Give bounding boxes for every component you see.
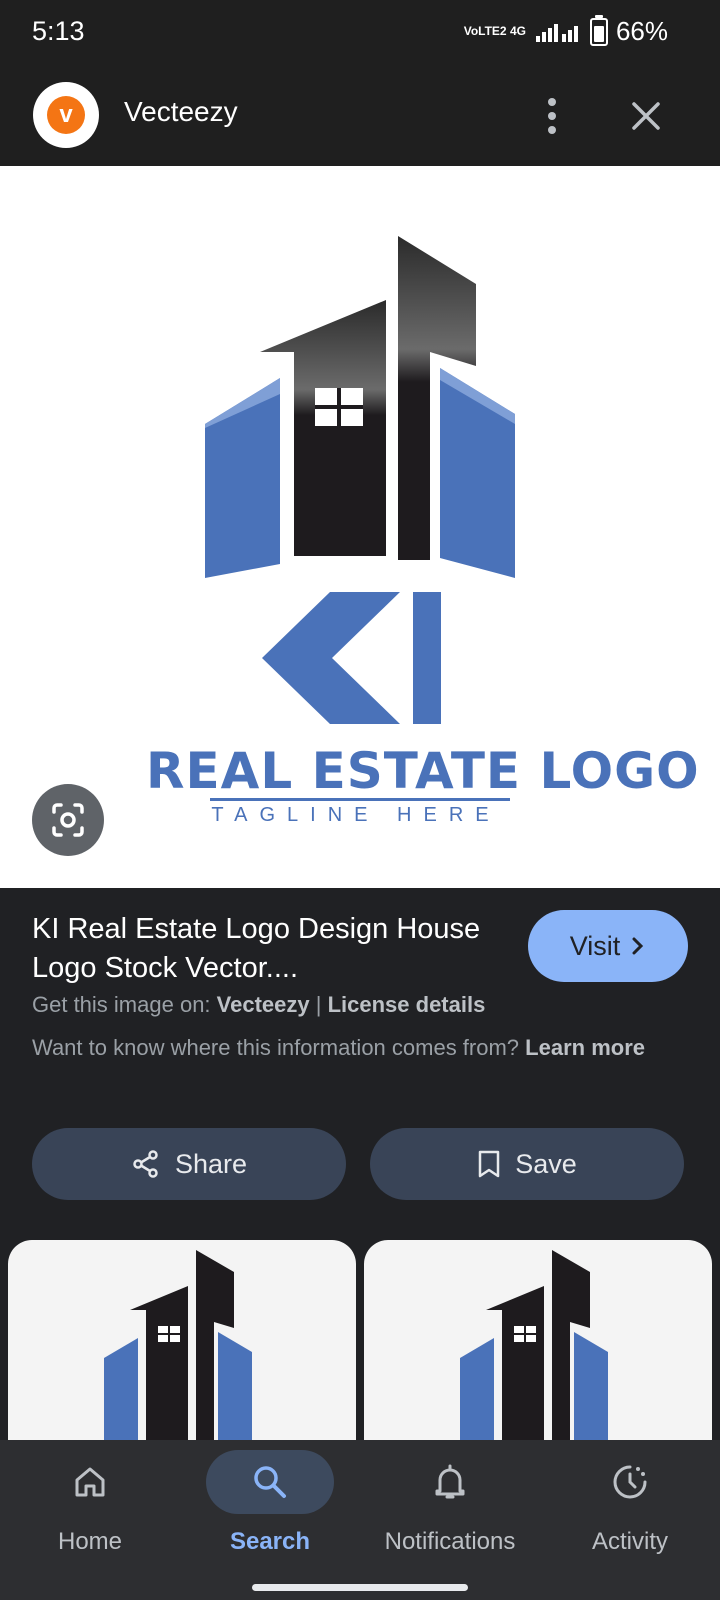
disclaimer-text: Want to know where this information come… [32, 1035, 520, 1060]
site-name: Vecteezy [124, 96, 238, 127]
share-icon [133, 1150, 158, 1178]
vecteezy-logo-icon: v [47, 96, 85, 134]
source-separator: | [309, 992, 328, 1017]
nav-label: Notifications [384, 1528, 516, 1555]
result-image[interactable]: REAL ESTATE LOGO TAGLINE HERE [0, 166, 720, 888]
source-prefix: Get this image on: [32, 992, 211, 1017]
signal-icon [535, 23, 578, 42]
more-vert-icon[interactable] [528, 92, 576, 140]
visit-label: Visit [569, 930, 621, 961]
learn-more-link[interactable]: Learn more [525, 1035, 645, 1060]
bottom-navigation: Home Search Notifications Activity [0, 1440, 720, 1600]
close-icon[interactable] [622, 92, 670, 140]
nav-activity[interactable]: Activity [540, 1440, 720, 1580]
home-indicator[interactable] [252, 1584, 468, 1591]
logo-divider [210, 798, 510, 801]
related-image-thumbnail [104, 1250, 252, 1440]
status-icons: VoLTE2 4G 66% [463, 14, 668, 47]
share-label: Share [174, 1148, 248, 1179]
google-lens-icon [52, 803, 84, 837]
logo-main-text: REAL ESTATE LOGO [146, 742, 700, 800]
save-button[interactable]: Save [370, 1128, 684, 1200]
status-time: 5:13 [32, 16, 85, 46]
nav-home[interactable]: Home [0, 1440, 180, 1580]
result-title[interactable]: KI Real Estate Logo Design House Logo St… [32, 910, 502, 988]
nav-search[interactable]: Search [180, 1440, 360, 1580]
chevron-right-icon [632, 937, 644, 955]
license-details-link[interactable]: License details [328, 992, 486, 1017]
bookmark-icon [478, 1150, 500, 1178]
viewer-header: v Vecteezy [0, 66, 720, 166]
bell-icon [435, 1464, 465, 1499]
google-lens-button[interactable] [32, 784, 104, 856]
share-button[interactable]: Share [32, 1128, 346, 1200]
search-icon [254, 1466, 286, 1498]
visit-button[interactable]: Visit [528, 910, 688, 982]
related-image-card[interactable] [8, 1240, 356, 1440]
network-type: VoLTE2 4G [463, 24, 526, 38]
save-label: Save [515, 1148, 577, 1179]
site-logo[interactable]: v [33, 82, 99, 148]
activity-icon [613, 1465, 647, 1499]
logo-tagline: TAGLINE HERE [211, 804, 501, 826]
source-line: Get this image on: Vecteezy | License de… [32, 992, 485, 1018]
info-disclaimer: Want to know where this information come… [32, 1032, 672, 1064]
related-image-thumbnail [460, 1250, 608, 1440]
battery-icon [589, 14, 608, 46]
nav-label: Activity [591, 1528, 668, 1555]
status-bar: 5:13 VoLTE2 4G 66% [0, 0, 720, 66]
nav-notifications[interactable]: Notifications [360, 1440, 540, 1580]
home-icon [75, 1467, 105, 1497]
battery-percent: 66% [615, 16, 668, 46]
source-link[interactable]: Vecteezy [217, 992, 310, 1017]
nav-label: Search [229, 1528, 311, 1555]
related-image-card[interactable] [364, 1240, 712, 1440]
nav-label: Home [57, 1528, 123, 1555]
